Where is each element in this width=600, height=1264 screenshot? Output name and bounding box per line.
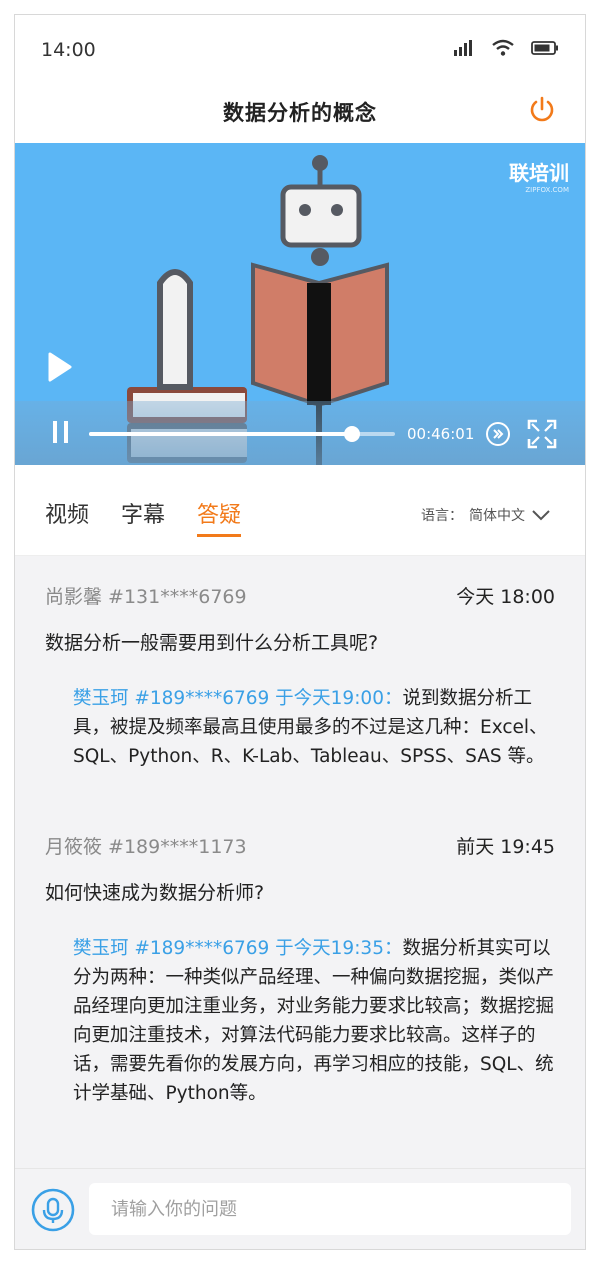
video-watermark: 联培训 ZIPFOX.COM	[509, 157, 569, 194]
pause-icon[interactable]	[51, 419, 71, 445]
status-icons	[453, 39, 559, 57]
question-date: 前天 19:45	[456, 836, 555, 858]
language-value: 简体中文	[469, 508, 525, 524]
power-icon[interactable]	[527, 95, 557, 125]
qa-item: 月筱筱 #189****1173 前天 19:45 如何快速成为数据分析师? 樊…	[45, 832, 555, 1132]
status-bar: 14:00	[15, 15, 585, 87]
answer-block: 樊玉珂 #189****6769 于今天19:00：说到数据分析工具，被提及频率…	[73, 684, 555, 771]
answer-author[interactable]: 樊玉珂 #189****6769 于今天19:35：	[73, 938, 402, 959]
status-time: 14:00	[41, 39, 96, 61]
video-player[interactable]: 联培训 ZIPFOX.COM 00:46:01	[15, 143, 585, 465]
page-header: 数据分析的概念	[15, 87, 585, 143]
answer-author[interactable]: 樊玉珂 #189****6769 于今天19:00：	[73, 688, 402, 709]
watermark-text: 联培训	[509, 161, 569, 185]
question-date: 今天 18:00	[456, 586, 555, 608]
fullscreen-icon[interactable]	[527, 419, 557, 449]
question-text: 数据分析一般需要用到什么分析工具呢?	[45, 632, 379, 654]
progress-fill	[89, 432, 353, 436]
page-title: 数据分析的概念	[223, 101, 377, 125]
progress-bar[interactable]	[89, 426, 395, 442]
language-selector[interactable]: 语言： 简体中文	[421, 505, 551, 525]
answer-block: 樊玉珂 #189****6769 于今天19:35：数据分析其实可以分为两种：一…	[73, 934, 555, 1108]
content-tabs: 视频 字幕 答疑 语言： 简体中文	[15, 465, 585, 556]
tab-qa[interactable]: 答疑	[197, 497, 242, 537]
play-icon[interactable]	[47, 351, 73, 383]
battery-icon	[531, 41, 558, 55]
qa-item: 尚影馨 #131****6769 今天 18:00 数据分析一般需要用到什么分析…	[45, 582, 555, 802]
signal-icon	[454, 40, 472, 56]
video-current-time: 00:46:01	[407, 425, 475, 443]
phone-screen: 14:00 数据分析的概念 联培训 ZIPFOX.COM 00:46:01 视频…	[14, 14, 586, 1250]
tab-video[interactable]: 视频	[45, 497, 89, 529]
wifi-icon	[492, 39, 514, 56]
question-input[interactable]	[89, 1183, 571, 1235]
qa-list: 尚影馨 #131****6769 今天 18:00 数据分析一般需要用到什么分析…	[15, 556, 585, 1168]
question-text: 如何快速成为数据分析师?	[45, 882, 265, 904]
question-user: 月筱筱 #189****1173	[45, 836, 247, 858]
answer-text: 数据分析其实可以分为两种：一种类似产品经理、一种偏向数据挖掘，类似产品经理向更加…	[73, 938, 555, 1104]
tab-subtitles[interactable]: 字幕	[121, 497, 165, 529]
playback-speed-icon[interactable]	[485, 421, 511, 447]
watermark-subtext: ZIPFOX.COM	[525, 186, 569, 194]
microphone-icon[interactable]	[31, 1188, 75, 1232]
question-user: 尚影馨 #131****6769	[45, 586, 247, 608]
chevron-down-icon	[532, 510, 550, 521]
question-input-bar	[15, 1168, 585, 1249]
language-label: 语言：	[421, 508, 463, 524]
